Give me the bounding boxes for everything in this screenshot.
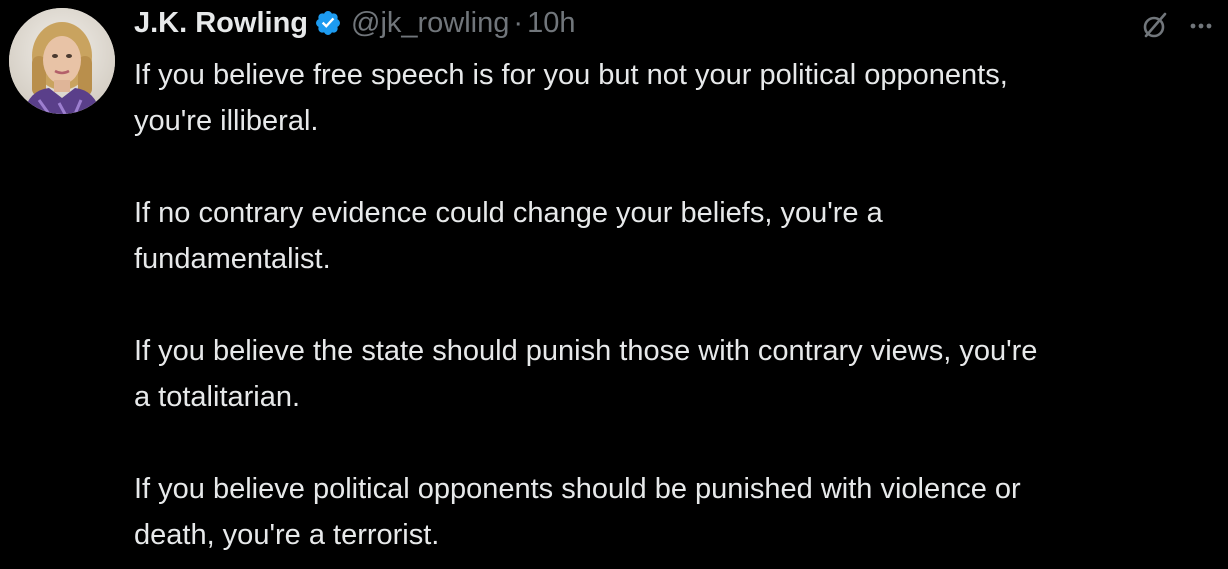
avatar-image: [9, 8, 115, 114]
tweet[interactable]: J.K. Rowling @jk_rowling · 10h If you be…: [0, 0, 1228, 569]
tweet-paragraph-4: If you believe political opponents shoul…: [134, 466, 1214, 558]
tweet-paragraph-3: If you believe the state should punish t…: [134, 328, 1214, 420]
grok-slash-icon[interactable]: [1138, 8, 1172, 42]
paragraph-line: If no contrary evidence could change you…: [134, 197, 883, 229]
tweet-paragraph-1: If you believe free speech is for you bu…: [134, 52, 1214, 144]
header-separator: ·: [513, 6, 524, 39]
more-dots-icon[interactable]: [1184, 8, 1218, 42]
tweet-paragraph-2: If no contrary evidence could change you…: [134, 190, 1214, 282]
paragraph-line: you're illiberal.: [134, 105, 319, 137]
tweet-header: J.K. Rowling @jk_rowling · 10h: [134, 0, 575, 46]
author-handle[interactable]: @jk_rowling: [351, 7, 509, 40]
verified-badge-icon[interactable]: [314, 9, 342, 37]
paragraph-line: If you believe free speech is for you bu…: [134, 59, 1008, 91]
author-display-name[interactable]: J.K. Rowling: [134, 7, 308, 40]
tweet-timestamp[interactable]: 10h: [527, 7, 575, 40]
paragraph-line: a totalitarian.: [134, 381, 301, 413]
tweet-text: If you believe free speech is for you bu…: [134, 52, 1214, 558]
tweet-actions: [1138, 8, 1218, 42]
paragraph-line: death, you're a terrorist.: [134, 519, 440, 551]
paragraph-line: fundamentalist.: [134, 243, 331, 275]
paragraph-line: If you believe political opponents shoul…: [134, 473, 1021, 505]
avatar[interactable]: [9, 8, 115, 114]
paragraph-line: If you believe the state should punish t…: [134, 335, 1038, 367]
